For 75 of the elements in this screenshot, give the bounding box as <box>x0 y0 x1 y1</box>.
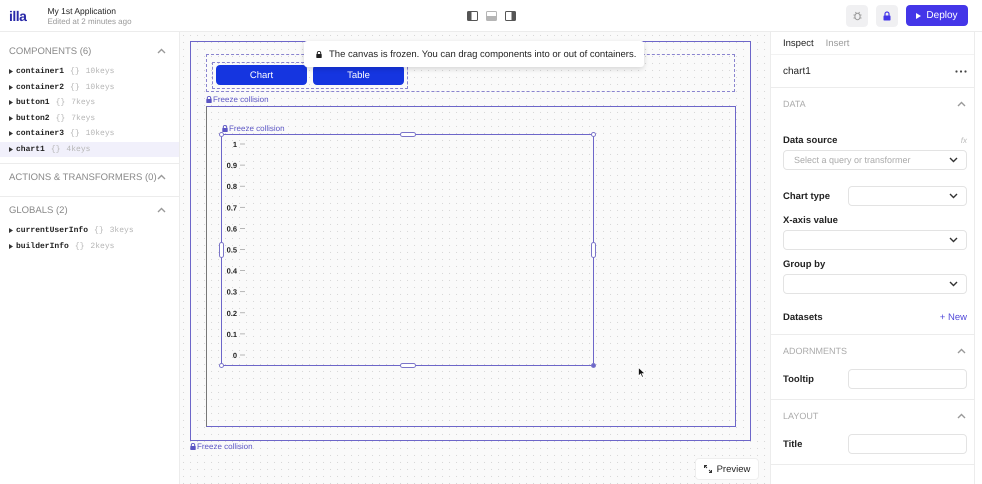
resize-handle[interactable] <box>219 363 224 368</box>
component-item[interactable]: container2 {} 10keys <box>0 80 179 95</box>
section-title: LAYOUT <box>783 411 818 421</box>
resize-handle[interactable] <box>219 242 224 258</box>
deploy-button[interactable]: Deploy <box>906 5 968 26</box>
edited-time: Edited at 2 minutes ago <box>47 16 133 26</box>
component-item[interactable]: chart1 {} 4keys <box>0 142 179 157</box>
caret-icon <box>9 116 13 121</box>
canvas-button[interactable]: Chart <box>216 65 307 85</box>
notice-text: The canvas is frozen. You can drag components into or out of containers. <box>329 48 636 60</box>
chevron-icon[interactable] <box>949 237 958 243</box>
input-field[interactable] <box>848 434 967 454</box>
section-title: DATA <box>783 99 806 109</box>
panel-layout-icon[interactable] <box>467 10 478 20</box>
caret-icon <box>9 69 13 74</box>
section-title: ADORNMENTS <box>783 346 848 356</box>
component-item[interactable]: container3 {} 10keys <box>0 126 179 142</box>
field-label: Chart type <box>783 190 830 202</box>
freeze-collision-label: Freeze collision <box>229 124 285 133</box>
field-label: Datasets <box>783 312 823 322</box>
lock-icon <box>883 10 891 20</box>
chevron-icon[interactable] <box>949 193 958 199</box>
container-frame[interactable] <box>206 106 736 427</box>
component-item[interactable]: container1 {} 10keys <box>0 64 179 80</box>
lock-icon <box>190 443 196 450</box>
preview-button[interactable]: Preview <box>695 458 759 480</box>
lock-icon <box>222 125 228 132</box>
section-title: GLOBALS (2) <box>9 204 68 216</box>
component-item[interactable]: button2 {} 7keys <box>0 110 179 126</box>
component-name: chart1 <box>783 66 811 76</box>
resize-handle[interactable] <box>400 132 416 137</box>
debug-button[interactable] <box>846 4 868 26</box>
resize-handle[interactable] <box>591 132 596 137</box>
app-name: My 1st Application <box>47 6 117 16</box>
play-icon <box>916 12 922 18</box>
app-logo: illa <box>9 8 26 24</box>
caret-icon <box>9 228 13 234</box>
field-label: Tooltip <box>783 374 814 384</box>
component-item[interactable]: builderInfo {} 2keys <box>0 238 179 254</box>
lock-button[interactable] <box>876 4 898 26</box>
chevron-icon[interactable] <box>949 157 958 163</box>
new-dataset-link[interactable]: + New <box>940 312 967 322</box>
caret-icon <box>9 146 13 152</box>
panel-tab[interactable]: Inspect <box>783 38 814 48</box>
caret-icon <box>9 100 13 106</box>
freeze-collision-label: Freeze collision <box>197 442 253 451</box>
field-label: Title <box>783 438 802 450</box>
caret-icon <box>9 84 13 90</box>
resize-handle[interactable] <box>591 363 596 368</box>
component-item[interactable]: button1 {} 7keys <box>0 95 179 110</box>
input-field[interactable] <box>848 369 967 389</box>
resize-handle[interactable] <box>591 242 596 258</box>
select-field[interactable] <box>783 230 967 250</box>
section-title: COMPONENTS (6) <box>9 46 92 56</box>
more-icon[interactable] <box>955 70 967 72</box>
resize-handle[interactable] <box>400 363 416 368</box>
field-label: X-axis value <box>783 214 838 226</box>
caret-icon <box>9 131 13 136</box>
select-field[interactable] <box>848 186 967 206</box>
bug-icon <box>852 10 862 20</box>
resize-handle[interactable] <box>219 132 224 137</box>
freeze-collision-label: Freeze collision <box>213 95 269 104</box>
section-title: ACTIONS & TRANSFORMERS (0) <box>9 172 157 182</box>
lock-icon <box>206 96 212 103</box>
select-field[interactable] <box>783 274 967 294</box>
cursor-icon <box>638 367 646 378</box>
canvas-button[interactable]: Table <box>313 65 404 85</box>
component-item[interactable]: currentUserInfo {} 3keys <box>0 223 179 238</box>
expand-icon <box>704 465 712 473</box>
field-label: Group by <box>783 258 826 270</box>
field-label: Data source <box>783 134 838 146</box>
caret-icon <box>9 244 13 249</box>
lock-icon <box>316 50 322 58</box>
panel-layout-icon[interactable] <box>505 10 516 20</box>
chevron-icon[interactable] <box>949 281 958 287</box>
